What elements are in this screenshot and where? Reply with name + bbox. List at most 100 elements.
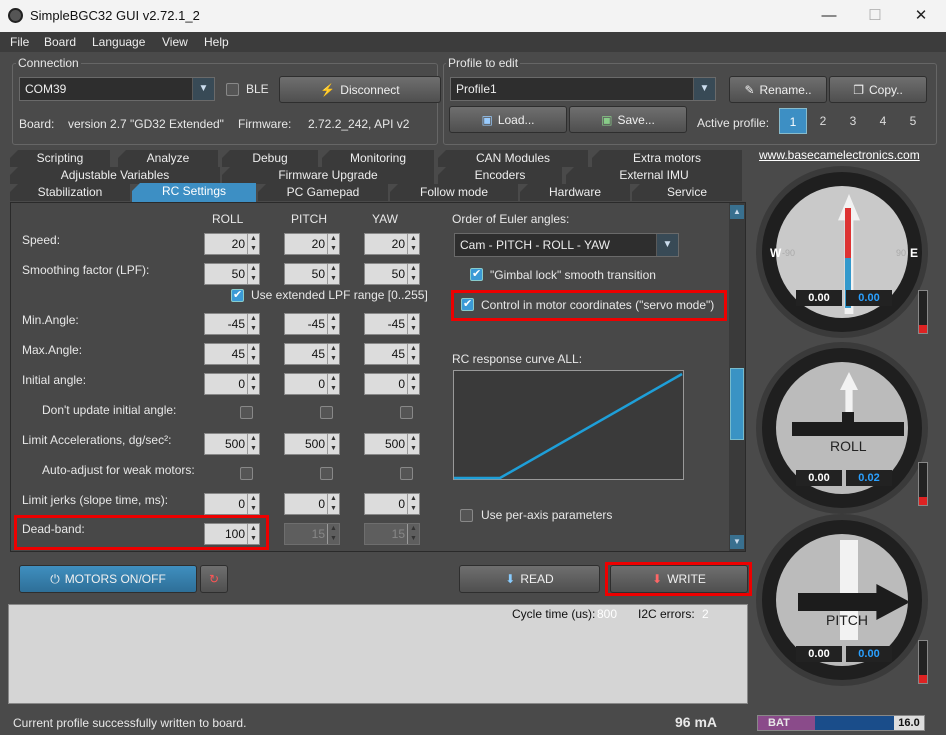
jerks-roll-input[interactable]: 0 ▲ ▼ [204,493,260,515]
refresh-icon: ↻ [208,572,220,586]
menu-help[interactable]: Help [204,35,229,49]
maximize-button[interactable]: ☐ [852,0,898,32]
load-button[interactable]: ▣ Load... [449,106,567,133]
tab-stabilization[interactable]: Stabilization [10,184,130,201]
speed-roll-input[interactable]: 20 ▲ ▼ [204,233,260,255]
menu-file[interactable]: File [10,35,29,49]
limit-acc-pitch-input[interactable]: 500 ▲ ▼ [284,433,340,455]
ext-lpf-label: Use extended LPF range [0..255] [251,288,428,302]
tab-follow-mode[interactable]: Follow mode [390,184,518,201]
connection-label: Connection [16,56,81,70]
min-angle-label: Min.Angle: [22,313,79,327]
menu-board[interactable]: Board [44,35,76,49]
speed-pitch-input[interactable]: 20 ▲ ▼ [284,233,340,255]
tab-service[interactable]: Service [632,184,742,201]
floppy-icon: ▣ [481,112,493,127]
min-yaw-input[interactable]: -45 ▲ ▼ [364,313,420,335]
tab-rc-settings[interactable]: RC Settings [132,183,256,202]
panel-scrollbar[interactable]: ▲ ▼ [729,203,745,551]
auto-adjust-yaw-checkbox[interactable] [400,467,413,480]
tab-adjustable-variables[interactable]: Adjustable Variables [10,167,220,184]
max-pitch-input[interactable]: 45 ▲ ▼ [284,343,340,365]
tab-firmware-upgrade[interactable]: Firmware Upgrade [222,167,434,184]
menu-language[interactable]: Language [92,35,145,49]
menu-view[interactable]: View [162,35,188,49]
board-value: version 2.7 "GD32 Extended" [68,117,224,131]
save-label: Save... [617,112,655,127]
limit-acc-yaw-input[interactable]: 500 ▲ ▼ [364,433,420,455]
cycle-time-label: Cycle time (us): [512,607,596,621]
speed-yaw-input[interactable]: 20 ▲ ▼ [364,233,420,255]
dont-update-pitch-checkbox[interactable] [320,406,333,419]
min-pitch-input[interactable]: -45 ▲ ▼ [284,313,340,335]
lpf-pitch-input[interactable]: 50 ▲ ▼ [284,263,340,285]
scroll-down-icon[interactable]: ▼ [730,535,744,549]
min-roll-input[interactable]: -45 ▲ ▼ [204,313,260,335]
max-yaw-input[interactable]: 45 ▲ ▼ [364,343,420,365]
auto-adjust-pitch-checkbox[interactable] [320,467,333,480]
website-link[interactable]: www.basecamelectronics.com [759,148,920,162]
disconnect-label: Disconnect [340,82,400,97]
minimize-button[interactable]: — [806,0,852,32]
disconnect-button[interactable]: ⚡ Disconnect [279,76,441,103]
save-button[interactable]: ▣ Save... [569,106,687,133]
auto-adjust-roll-checkbox[interactable] [240,467,253,480]
scroll-thumb[interactable] [730,368,744,440]
tab-analyze[interactable]: Analyze [118,150,218,167]
current-readout: 96 mA [675,714,718,730]
tab-external-imu[interactable]: External IMU [566,167,742,184]
lpf-roll-input[interactable]: 50 ▲ ▼ [204,263,260,285]
status-message: Current profile successfully written to … [13,716,247,730]
init-pitch-input[interactable]: 0 ▲ ▼ [284,373,340,395]
roll-value-2: 0.02 [846,470,892,486]
tab-debug[interactable]: Debug [222,150,318,167]
motors-onoff-button[interactable]: ⏻ MOTORS ON/OFF [19,565,197,593]
tab-hardware[interactable]: Hardware [520,184,630,201]
tab-extra-motors[interactable]: Extra motors [592,150,742,167]
profile-3-button[interactable]: 3 [839,108,867,134]
scroll-up-icon[interactable]: ▲ [730,205,744,219]
ble-checkbox[interactable] [226,83,239,96]
tab-monitoring[interactable]: Monitoring [322,150,434,167]
profile-select[interactable]: Profile1 ▼ [450,77,716,101]
init-yaw-input[interactable]: 0 ▲ ▼ [364,373,420,395]
profile-1-button[interactable]: 1 [779,108,807,134]
yaw-value-1: 0.00 [796,290,842,306]
curve-graph [454,372,683,480]
roll-gauge: ROLL 0.00 0.02 [756,342,928,514]
close-button[interactable]: ✕ [898,0,944,32]
profile-4-button[interactable]: 4 [869,108,897,134]
i2c-errors-label: I2C errors: [638,607,695,621]
dont-update-roll-checkbox[interactable] [240,406,253,419]
max-roll-input[interactable]: 45 ▲ ▼ [204,343,260,365]
read-button[interactable]: ⬇ READ [459,565,600,593]
per-axis-checkbox[interactable] [460,509,473,522]
euler-select[interactable]: Cam - PITCH - ROLL - YAW ▼ [454,233,679,257]
tab-pc-gamepad[interactable]: PC Gamepad [258,184,388,201]
per-axis-label: Use per-axis parameters [481,508,613,522]
servo-mode-highlight [451,290,727,321]
port-select[interactable]: COM39 ▼ [19,77,215,101]
jerks-pitch-input[interactable]: 0 ▲ ▼ [284,493,340,515]
tab-can-modules[interactable]: CAN Modules [438,150,588,167]
limit-acc-roll-input[interactable]: 500 ▲ ▼ [204,433,260,455]
jerks-yaw-input[interactable]: 0 ▲ ▼ [364,493,420,515]
gimbal-lock-checkbox[interactable] [470,267,483,281]
ext-lpf-checkbox[interactable] [231,288,244,302]
tab-encoders[interactable]: Encoders [438,167,562,184]
header-pitch: PITCH [291,212,327,226]
reset-button[interactable]: ↻ [200,565,228,593]
tab-scripting[interactable]: Scripting [10,150,110,167]
rename-button[interactable]: ✎ Rename.. [729,76,827,103]
profile-5-button[interactable]: 5 [899,108,927,134]
east-label: E [910,246,919,260]
init-roll-input[interactable]: 0 ▲ ▼ [204,373,260,395]
dont-update-yaw-checkbox[interactable] [400,406,413,419]
copy-button[interactable]: ❐ Copy.. [829,76,927,103]
profile-2-button[interactable]: 2 [809,108,837,134]
power-icon: ⏻ [50,571,60,586]
bat-value: 16.0 [894,716,924,730]
lpf-yaw-input[interactable]: 50 ▲ ▼ [364,263,420,285]
write-highlight [605,562,752,596]
euler-value: Cam - PITCH - ROLL - YAW [460,238,611,252]
